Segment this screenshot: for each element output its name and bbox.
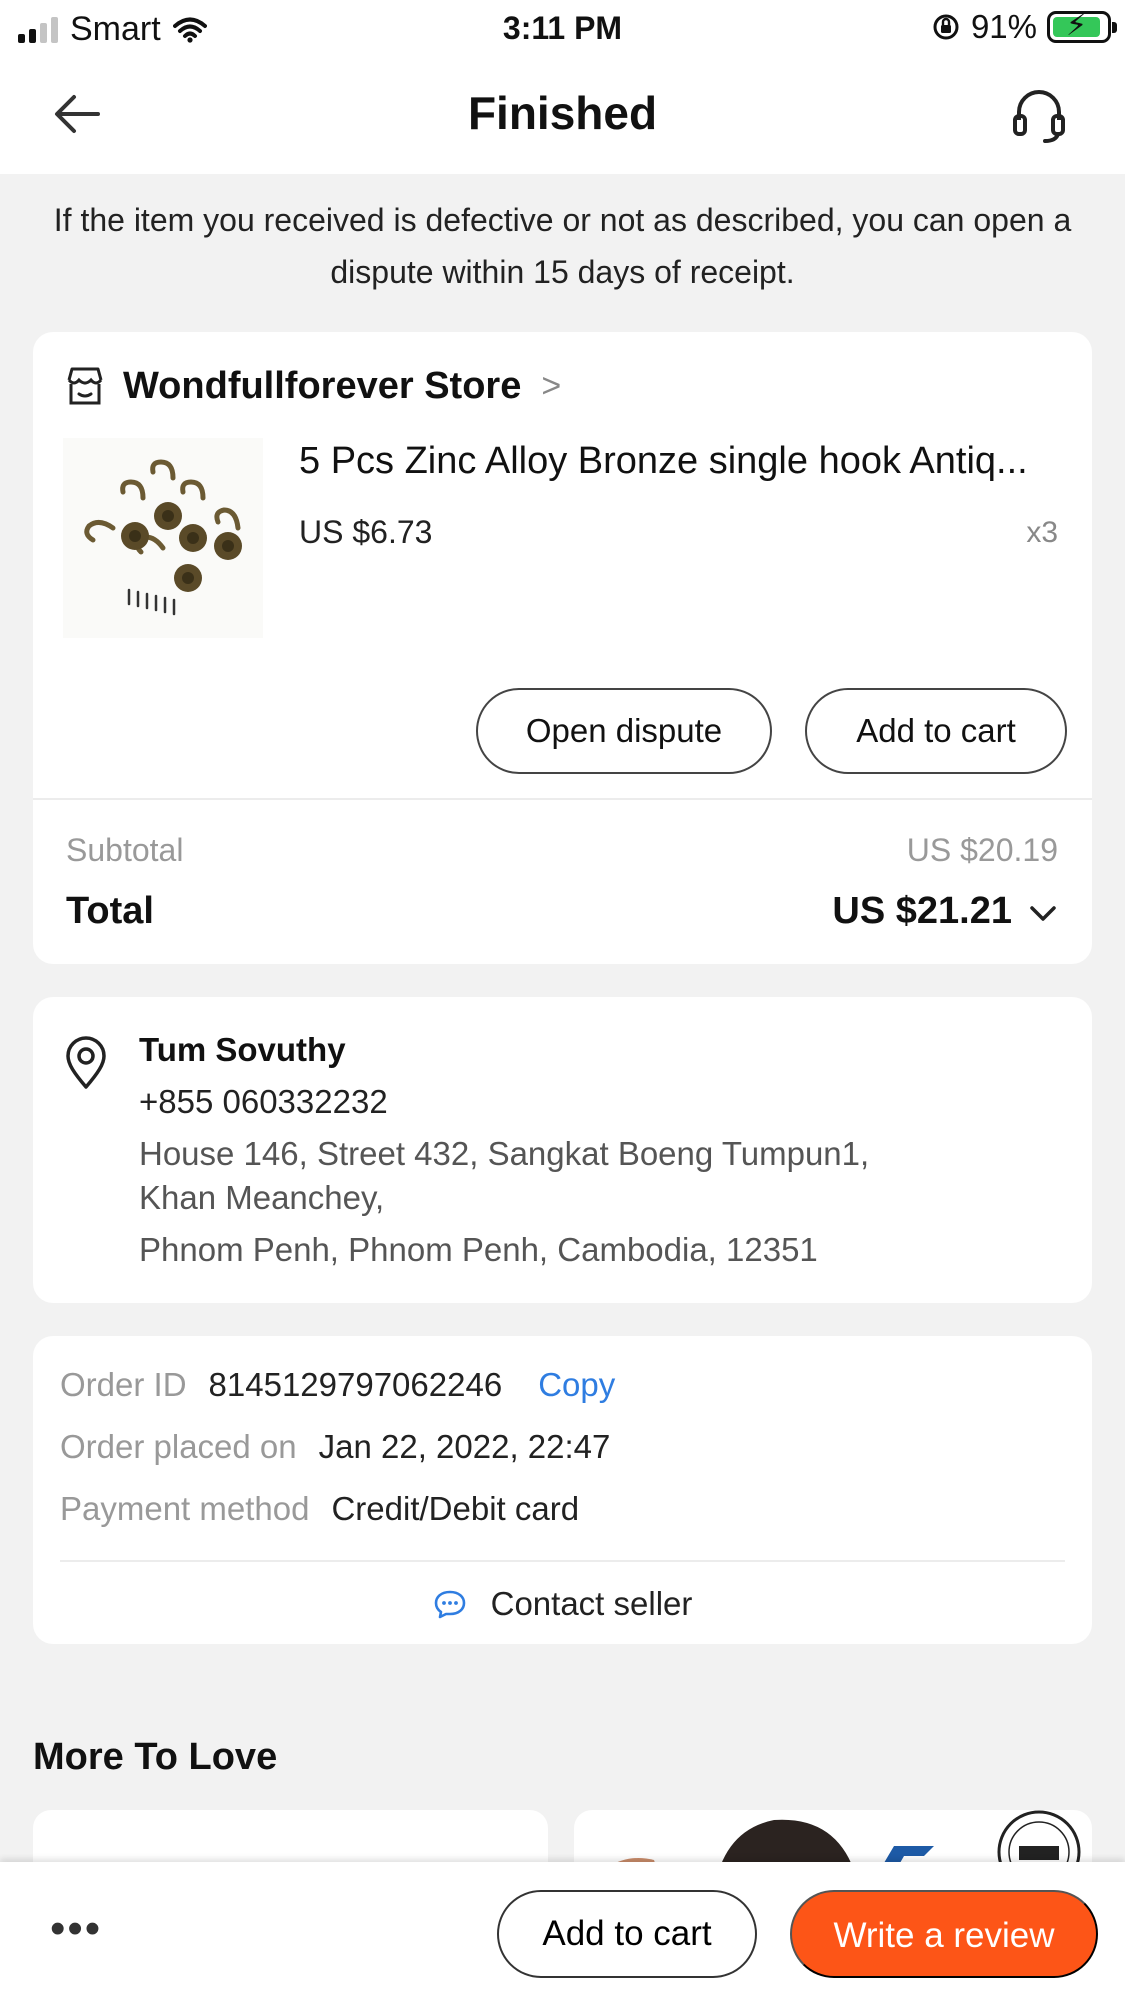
add-to-cart-button[interactable]: Add to cart xyxy=(805,688,1067,774)
product-quantity: x3 xyxy=(1026,516,1058,549)
chevron-right-icon: > xyxy=(541,366,562,405)
product-price: US $6.73 xyxy=(299,514,433,550)
product-title[interactable]: 5 Pcs Zinc Alloy Bronze single hook Anti… xyxy=(299,440,1028,483)
store-icon xyxy=(67,367,103,405)
total-label: Total xyxy=(66,890,154,932)
order-id-label: Order ID xyxy=(60,1366,187,1403)
recipient-name: Tum Sovuthy xyxy=(139,1031,346,1068)
write-review-button[interactable]: Write a review xyxy=(790,1890,1098,1978)
copy-order-id-link[interactable]: Copy xyxy=(538,1366,615,1404)
payment-method-row: Payment method Credit/Debit card xyxy=(60,1490,579,1528)
order-placed-row: Order placed on Jan 22, 2022, 22:47 xyxy=(60,1428,610,1466)
payment-method-value: Credit/Debit card xyxy=(331,1490,580,1527)
divider xyxy=(60,1560,1065,1562)
order-id-row: Order ID 8145129797062246 Copy xyxy=(60,1366,615,1404)
open-dispute-button[interactable]: Open dispute xyxy=(476,688,772,774)
subtotal-value: US $20.19 xyxy=(906,832,1058,868)
more-options-icon[interactable]: ••• xyxy=(50,1904,102,1954)
status-bar: Smart 3:11 PM 91% ⚡ xyxy=(0,0,1125,58)
address-line-1: House 146, Street 432, Sangkat Boeng Tum… xyxy=(139,1135,870,1172)
address-card: Tum Sovuthy +855 060332232 House 146, St… xyxy=(33,997,1092,1303)
battery-percent: 91% xyxy=(970,8,1037,45)
chevron-down-icon[interactable] xyxy=(1026,898,1060,928)
orientation-lock-icon xyxy=(933,14,959,40)
address-line-3: Phnom Penh, Phnom Penh, Cambodia, 12351 xyxy=(139,1231,818,1268)
contact-seller-button[interactable]: Contact seller xyxy=(33,1574,1092,1634)
battery-icon: ⚡ xyxy=(1047,9,1117,43)
chat-bubble-icon xyxy=(434,1590,465,1619)
contact-seller-label: Contact seller xyxy=(490,1585,693,1622)
store-link[interactable]: Wondfullforever Store > xyxy=(63,364,561,408)
order-id-value: 8145129797062246 xyxy=(208,1366,503,1403)
bottom-add-to-cart-button[interactable]: Add to cart xyxy=(497,1890,757,1978)
order-placed-label: Order placed on xyxy=(60,1428,297,1465)
store-name: Wondfullforever Store xyxy=(123,364,522,407)
address-line-2: Khan Meanchey, xyxy=(139,1179,385,1216)
dispute-notice: If the item you received is defective or… xyxy=(53,202,1072,290)
order-details-card: Order ID 8145129797062246 Copy Order pla… xyxy=(33,1336,1092,1644)
total-value[interactable]: US $21.21 xyxy=(832,890,1012,933)
status-right: 91% ⚡ xyxy=(931,8,1117,46)
divider xyxy=(33,798,1092,800)
order-card: Wondfullforever Store > 5 Pcs Zinc Alloy… xyxy=(33,332,1092,964)
location-pin-icon xyxy=(66,1036,106,1089)
payment-method-label: Payment method xyxy=(60,1490,310,1527)
order-placed-value: Jan 22, 2022, 22:47 xyxy=(318,1428,611,1465)
headset-support-icon[interactable] xyxy=(1009,86,1069,146)
charging-bolt-icon: ⚡ xyxy=(1066,9,1088,42)
nav-header: Finished xyxy=(0,58,1125,174)
product-image[interactable] xyxy=(63,438,263,638)
recipient-phone: +855 060332232 xyxy=(139,1083,388,1120)
subtotal-label: Subtotal xyxy=(66,832,184,868)
bottom-action-bar: ••• Add to cart Write a review xyxy=(0,1862,1125,2000)
more-to-love-title: More To Love xyxy=(33,1736,278,1778)
page-title: Finished xyxy=(467,87,658,139)
